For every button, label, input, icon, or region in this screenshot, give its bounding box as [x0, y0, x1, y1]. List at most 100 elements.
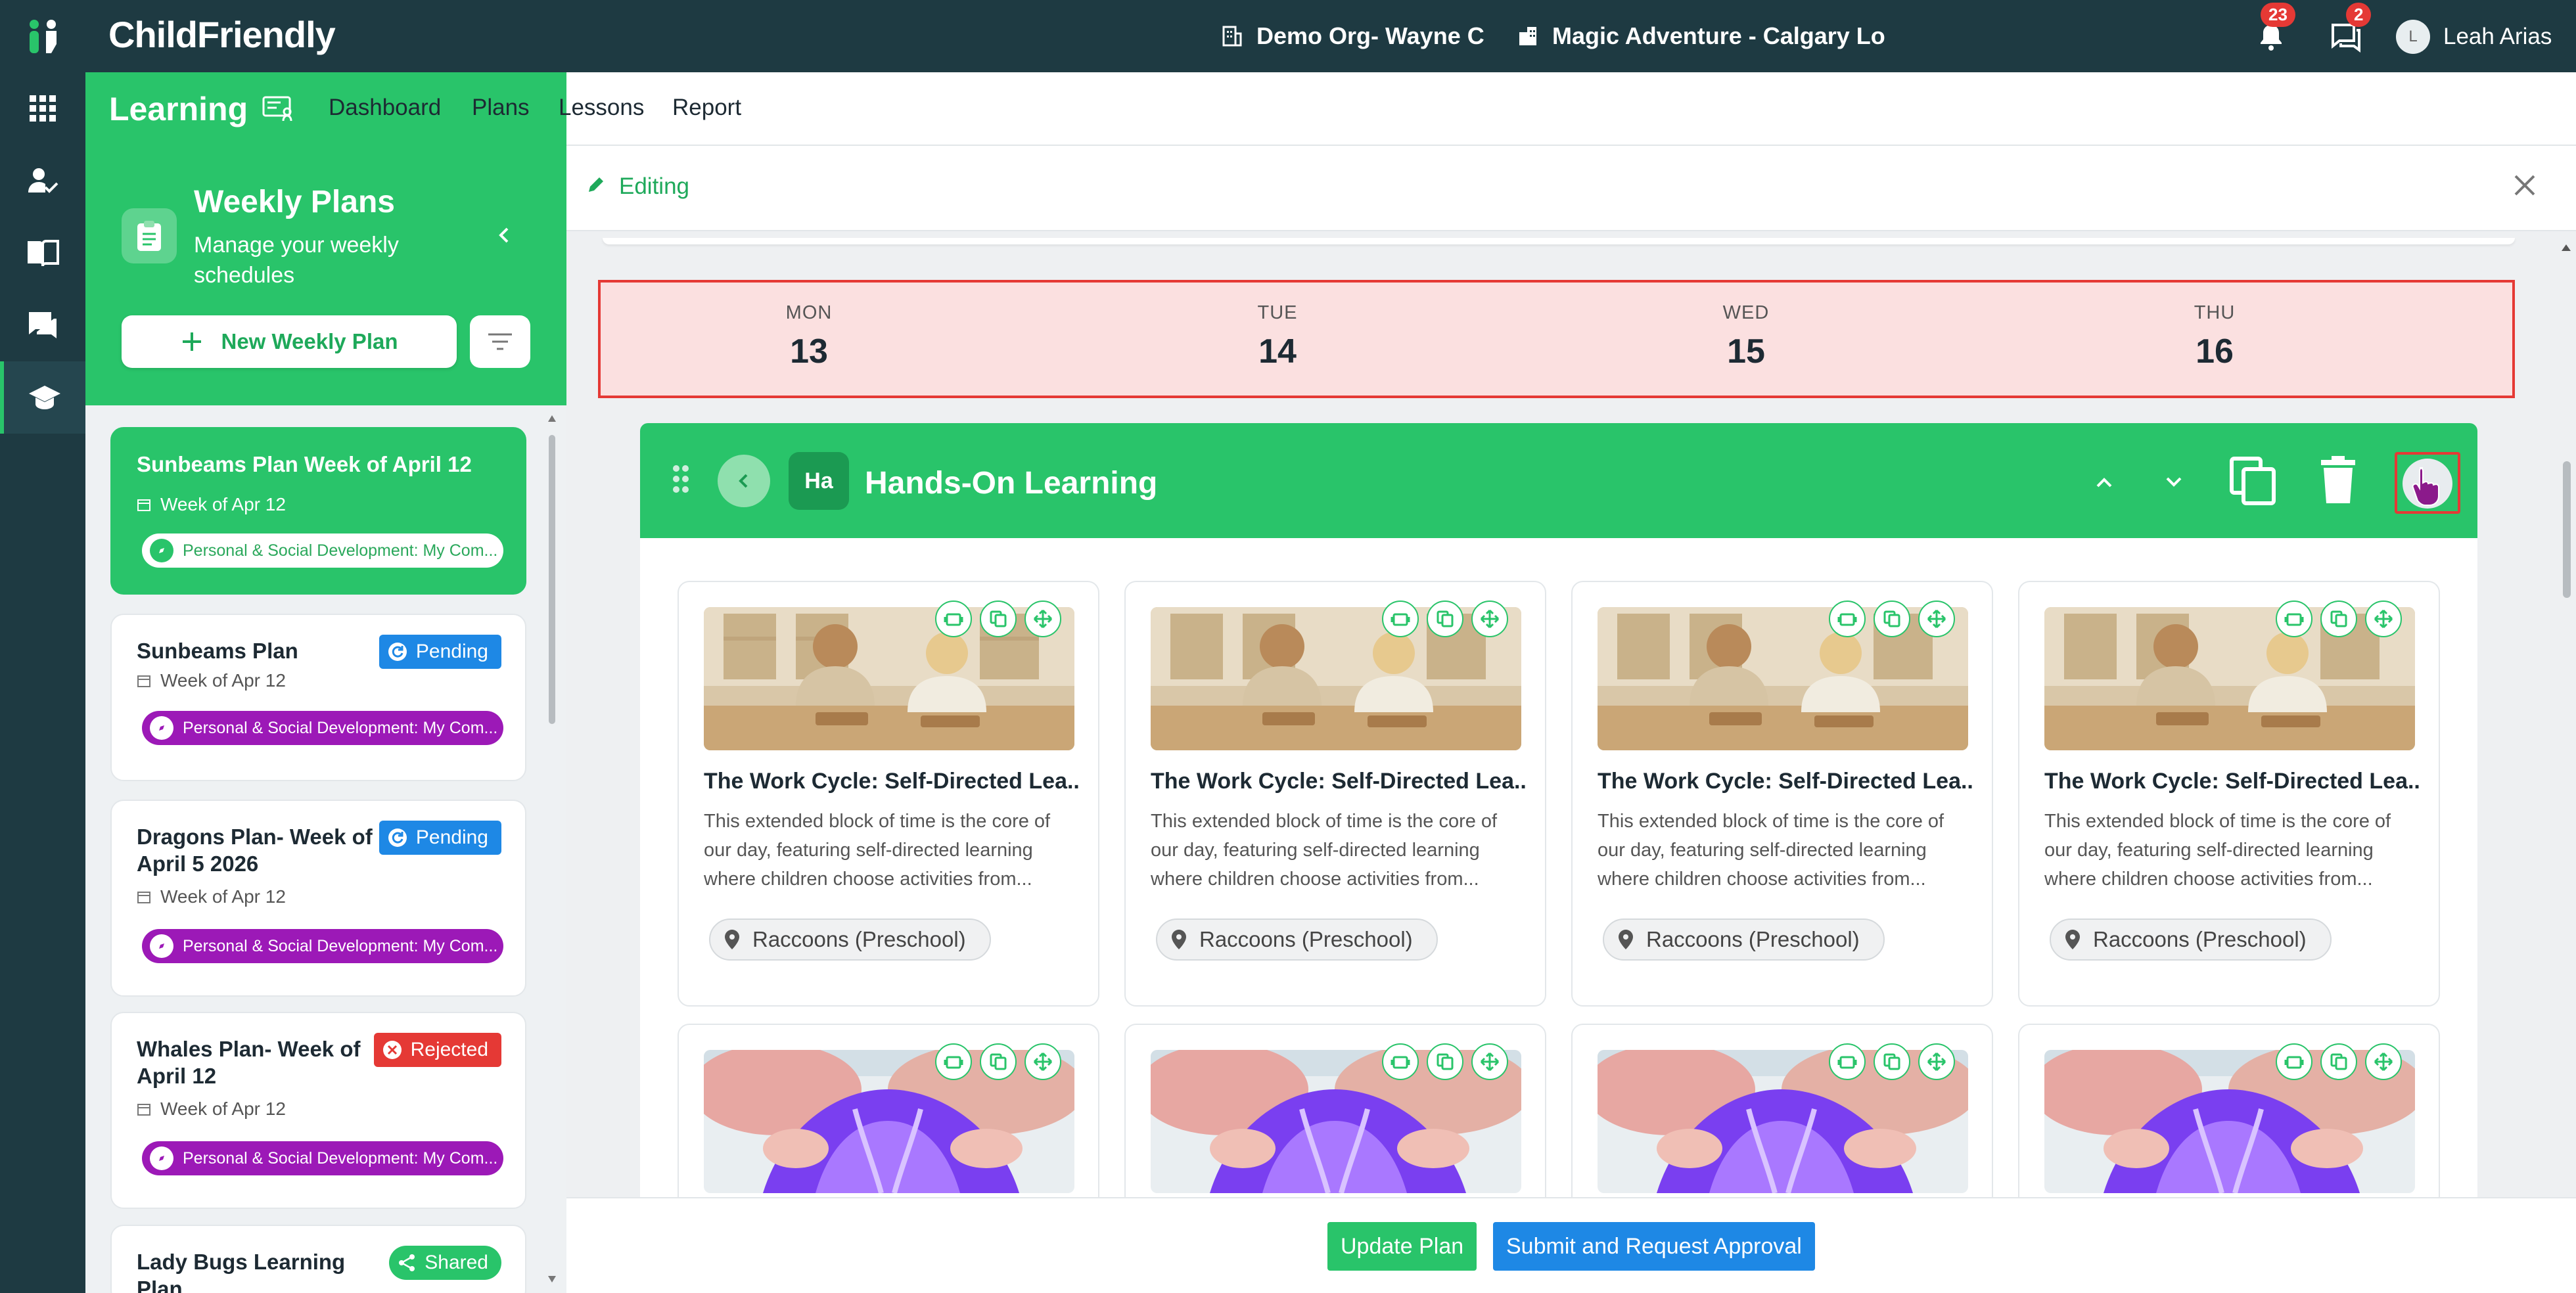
- copy-icon[interactable]: [1874, 1043, 1910, 1080]
- editor-footer: Update Plan Submit and Request Approval: [566, 1197, 2576, 1293]
- duplicate-icon[interactable]: [1382, 1043, 1419, 1080]
- org-selector[interactable]: Demo Org- Wayne C: [1222, 22, 1484, 50]
- activity-card[interactable]: The Work Cycle: Self-Directed Lea... Thi…: [2018, 581, 2440, 1007]
- move-icon[interactable]: [1024, 1043, 1061, 1080]
- clipboard-icon: [122, 208, 177, 263]
- tab-report[interactable]: Report: [672, 95, 741, 121]
- copy-icon[interactable]: [2229, 456, 2276, 506]
- duplicate-icon[interactable]: [1829, 601, 1866, 637]
- copy-icon[interactable]: [1427, 1043, 1463, 1080]
- filter-icon: [488, 333, 512, 350]
- editing-bar: Editing: [566, 146, 2576, 231]
- activity-card[interactable]: The Work Cycle: Self-Directed Lea... Thi…: [1124, 581, 1546, 1007]
- duplicate-icon[interactable]: [1829, 1043, 1866, 1080]
- copy-icon[interactable]: [980, 601, 1017, 637]
- move-icon[interactable]: [1024, 601, 1061, 637]
- sidebar-scrollbar[interactable]: [545, 409, 559, 1289]
- rail-apps[interactable]: [0, 72, 85, 145]
- activity-card[interactable]: The Work Cycle: Self-Directed Lea... Thi…: [1571, 581, 1993, 1007]
- drag-handle-icon[interactable]: [672, 464, 690, 494]
- new-weekly-plan-button[interactable]: New Weekly Plan: [122, 315, 457, 368]
- copy-icon[interactable]: [2320, 1043, 2357, 1080]
- location-chip: Raccoons (Preschool): [1603, 919, 1885, 961]
- plan-card-selected[interactable]: Sunbeams Plan Week of April 12 Week of A…: [110, 427, 526, 595]
- close-icon[interactable]: [2512, 172, 2538, 198]
- main-scrollbar[interactable]: [2556, 238, 2576, 1293]
- rail-attendance[interactable]: [0, 145, 85, 217]
- move-icon[interactable]: [2365, 1043, 2402, 1080]
- plans-sidebar: Weekly Plans Manage your weekly schedule…: [85, 146, 566, 1293]
- location-text: Raccoons (Preschool): [752, 927, 966, 951]
- plan-week: Week of Apr 12: [137, 1099, 286, 1120]
- activity-card[interactable]: The Work Cycle: Self-Directed Lea... Thi…: [678, 581, 1099, 1007]
- filter-button[interactable]: [470, 315, 530, 368]
- tab-lessons[interactable]: Lessons: [559, 95, 644, 121]
- copy-icon[interactable]: [2320, 601, 2357, 637]
- move-icon[interactable]: [1471, 1043, 1508, 1080]
- duplicate-icon[interactable]: [2276, 1043, 2312, 1080]
- location-name: Magic Adventure - Calgary Lo: [1552, 22, 1885, 49]
- day-thu: THU 16: [2116, 302, 2313, 371]
- plan-domain-tag: Personal & Social Development: My Com...: [142, 929, 503, 963]
- plan-tag-text: Personal & Social Development: My Com...: [183, 718, 498, 737]
- section-header: Ha Hands-On Learning: [640, 423, 2477, 538]
- grid-icon: [30, 95, 56, 122]
- day-number: 13: [790, 332, 828, 371]
- location-text: Raccoons (Preschool): [1646, 927, 1860, 951]
- submit-approval-button[interactable]: Submit and Request Approval: [1493, 1222, 1815, 1271]
- plan-card[interactable]: Whales Plan- Week of April 12 Rejected W…: [110, 1012, 526, 1209]
- chevron-up-icon[interactable]: [2092, 470, 2116, 494]
- card-actions: [1829, 1043, 1955, 1080]
- app-logo-icon[interactable]: [26, 18, 60, 55]
- duplicate-icon[interactable]: [2276, 601, 2312, 637]
- tab-dashboard[interactable]: Dashboard: [329, 95, 441, 121]
- plan-tag-text: Personal & Social Development: My Com...: [183, 1148, 498, 1168]
- compass-icon: [150, 539, 173, 562]
- move-icon[interactable]: [2365, 601, 2402, 637]
- plan-title: Dragons Plan- Week of April 5 2026: [137, 825, 373, 876]
- book-icon: [28, 240, 59, 267]
- module-title: Learning: [109, 91, 248, 127]
- tab-plans[interactable]: Plans: [472, 95, 530, 121]
- card-description: This extended block of time is the core …: [704, 811, 1051, 890]
- location-selector[interactable]: Magic Adventure - Calgary Lo: [1518, 22, 1885, 50]
- duplicate-icon[interactable]: [935, 1043, 972, 1080]
- copy-icon[interactable]: [1874, 601, 1910, 637]
- card-actions: [1382, 1043, 1508, 1080]
- plan-card[interactable]: Sunbeams Plan Pending Week of Apr 12 Per…: [110, 614, 526, 781]
- rail-learning[interactable]: [0, 361, 85, 434]
- move-icon[interactable]: [1918, 1043, 1955, 1080]
- move-icon[interactable]: [1471, 601, 1508, 637]
- section-back-button[interactable]: [718, 455, 770, 507]
- trash-icon[interactable]: [2320, 456, 2357, 505]
- update-plan-button[interactable]: Update Plan: [1327, 1222, 1477, 1271]
- compass-icon: [150, 716, 173, 740]
- plan-tag-text: Personal & Social Development: My Com...: [183, 541, 498, 560]
- plan-card[interactable]: Dragons Plan- Week of April 5 2026 Pendi…: [110, 800, 526, 997]
- rail-curriculum[interactable]: [0, 217, 85, 289]
- user-name[interactable]: Leah Arias: [2443, 24, 2552, 50]
- chevron-down-icon[interactable]: [2162, 470, 2186, 494]
- refresh-icon: [388, 643, 407, 661]
- status-badge: Rejected: [373, 1033, 501, 1067]
- plan-card[interactable]: Lady Bugs Learning Plan Shared: [110, 1225, 526, 1293]
- plan-week: Week of Apr 12: [137, 886, 286, 907]
- duplicate-icon[interactable]: [1382, 601, 1419, 637]
- day-header-row: MON 13 TUE 14 WED 15 THU 16: [598, 280, 2515, 398]
- brand-logo[interactable]: ChildFriendly: [108, 13, 336, 56]
- rail-messages[interactable]: [0, 289, 85, 361]
- copy-icon[interactable]: [980, 1043, 1017, 1080]
- graduation-cap-icon: [29, 386, 60, 409]
- collapse-chevron-icon[interactable]: [493, 223, 517, 247]
- status-text: Shared: [425, 1252, 488, 1273]
- chevron-left-icon: [739, 474, 748, 488]
- duplicate-icon[interactable]: [935, 601, 972, 637]
- card-actions: [2276, 1043, 2402, 1080]
- share-icon: [399, 1254, 415, 1271]
- copy-icon[interactable]: [1427, 601, 1463, 637]
- org-name: Demo Org- Wayne C: [1256, 22, 1484, 49]
- move-icon[interactable]: [1918, 601, 1955, 637]
- day-number: 15: [1727, 332, 1765, 371]
- avatar[interactable]: L: [2396, 20, 2430, 54]
- day-name: WED: [1722, 302, 1770, 323]
